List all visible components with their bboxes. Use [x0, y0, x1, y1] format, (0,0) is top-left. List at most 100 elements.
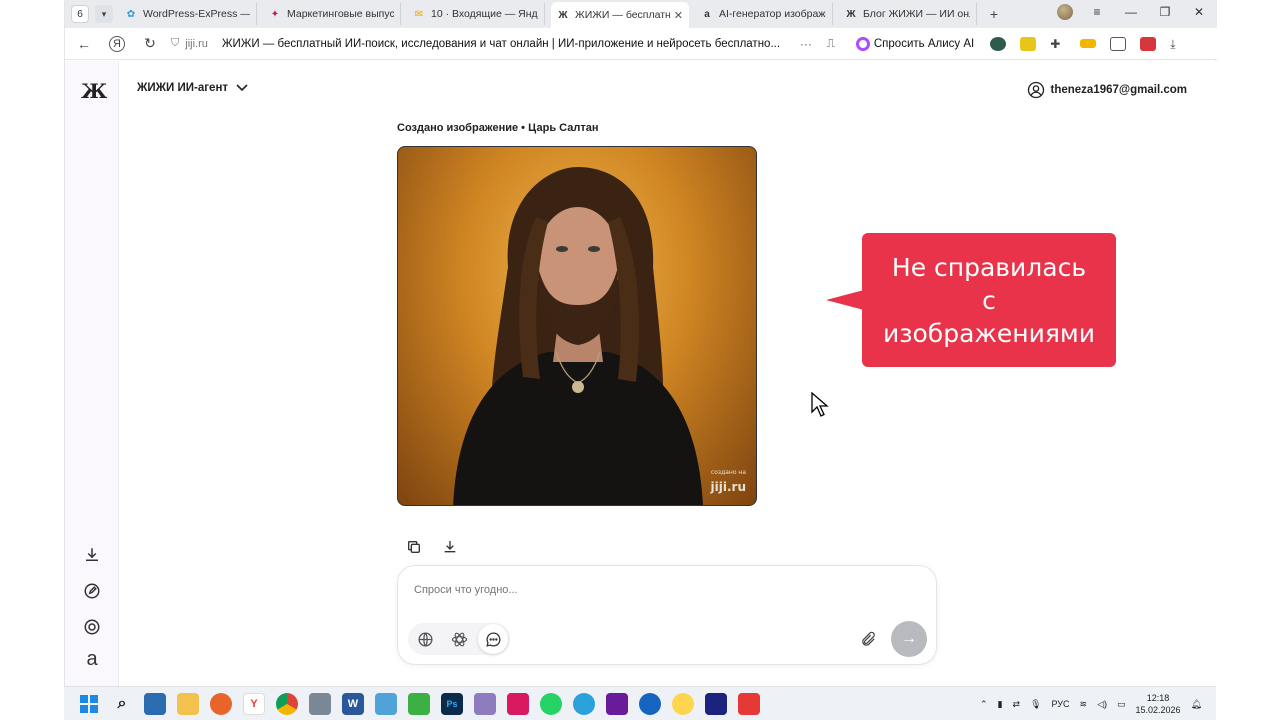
language-indicator[interactable]: РУС: [1052, 699, 1070, 709]
yandex-browser-icon[interactable]: Y: [243, 692, 265, 715]
globe-icon[interactable]: [410, 624, 440, 654]
image-caption: Создано изображение • Царь Салтан: [397, 122, 599, 134]
green-app-icon[interactable]: [408, 692, 430, 715]
account-menu[interactable]: theneza1967@gmail.com: [1027, 81, 1188, 99]
chrome-icon[interactable]: [276, 692, 298, 715]
menu-icon[interactable]: ≡: [1087, 5, 1107, 19]
url-field[interactable]: ⛉ jiji.ru: [171, 37, 208, 50]
image-actions: [405, 538, 459, 556]
arrow-right-icon: →: [901, 630, 917, 647]
minimize-icon[interactable]: —: [1121, 5, 1141, 19]
tab-mail[interactable]: ✉ 10 · Входящие — Яндекс: [407, 3, 545, 25]
tab-label: 10 · Входящие — Яндекс: [431, 8, 538, 20]
ask-alice-button[interactable]: Спросить Алису AI: [855, 36, 974, 51]
download-image-icon[interactable]: [441, 538, 459, 556]
agent-selector[interactable]: ЖИЖИ ИИ-агент: [137, 82, 248, 94]
new-chat-icon[interactable]: [82, 581, 102, 601]
close-icon[interactable]: ✕: [674, 9, 683, 22]
clock[interactable]: 12:18 15.02.2026: [1136, 692, 1181, 716]
sidebar-letter-a[interactable]: a: [82, 648, 102, 670]
jiji-icon: Ж: [558, 9, 568, 21]
battery-icon[interactable]: ▭: [1117, 699, 1126, 710]
composer-mode-toolbar: [408, 623, 510, 655]
tray-app-icon[interactable]: ▮: [998, 699, 1003, 710]
watermark: создано на jiji.ru: [711, 469, 746, 495]
folder-icon[interactable]: [177, 692, 199, 715]
download-icon[interactable]: ⤓: [1170, 37, 1186, 51]
notifications-icon[interactable]: 🔔︎: [1191, 699, 1202, 710]
callout-tail: [826, 290, 864, 310]
paperclip-icon[interactable]: [858, 629, 878, 649]
extension-red-icon[interactable]: [1140, 36, 1157, 51]
emoji-app-icon[interactable]: [672, 692, 694, 715]
clipboard-icon[interactable]: [1110, 36, 1127, 51]
app-logo[interactable]: Ж: [81, 79, 107, 103]
download-app-icon[interactable]: [82, 545, 102, 565]
back-icon[interactable]: ←: [73, 33, 95, 55]
a-icon: a: [704, 8, 710, 20]
calculator-icon[interactable]: [309, 692, 331, 715]
tab-list-dropdown-icon[interactable]: ▾: [95, 5, 113, 23]
restore-icon[interactable]: ❐: [1155, 5, 1175, 19]
reload-icon[interactable]: ↻: [139, 33, 161, 55]
microphone-icon[interactable]: 🎙︎: [1030, 699, 1041, 710]
new-tab-icon[interactable]: +: [985, 5, 1003, 23]
tab-marketing[interactable]: ✦ Маркетинговые выпуску: [263, 3, 401, 25]
profile-avatar[interactable]: [1057, 4, 1073, 20]
tab-label: ЖИЖИ — бесплатный: [575, 9, 670, 21]
browser-blue-icon[interactable]: [639, 692, 661, 715]
dark-app-icon[interactable]: [705, 692, 727, 715]
windows-start-icon[interactable]: [78, 693, 100, 715]
video-editor-icon[interactable]: [606, 692, 628, 715]
chat-input[interactable]: [414, 584, 834, 596]
help-icon[interactable]: [82, 617, 102, 637]
tray-sync-icon[interactable]: ⇄: [1013, 699, 1021, 710]
store-icon[interactable]: [144, 692, 166, 715]
system-tray: ⌃ ▮ ⇄ 🎙︎ РУС ≋ ◁) ▭ 12:18 15.02.2026 🔔︎: [980, 687, 1202, 720]
wifi-icon[interactable]: ≋: [1080, 699, 1088, 710]
jiji-icon: Ж: [846, 8, 856, 20]
battery-extension-icon[interactable]: [1080, 39, 1097, 48]
word-icon[interactable]: W: [342, 692, 364, 715]
telegram-icon[interactable]: [573, 692, 595, 715]
search-icon[interactable]: ⌕: [111, 693, 133, 715]
notepad-icon[interactable]: [375, 692, 397, 715]
send-button[interactable]: →: [891, 621, 927, 657]
volume-icon[interactable]: ◁): [1097, 699, 1107, 710]
chat-bubble-icon[interactable]: [478, 624, 508, 654]
screen: 6 ▾ ✿ WordPress-ExPress — Ca ✦ Маркетинг…: [0, 0, 1280, 720]
photoshop-icon[interactable]: Ps: [441, 692, 463, 715]
extension-icons: ✚ ⤓: [990, 36, 1186, 51]
colorful-app-icon[interactable]: [507, 692, 529, 715]
tab-jiji-blog[interactable]: Ж Блог ЖИЖИ — ИИ онла: [839, 3, 977, 25]
tab-ai-generator[interactable]: a AI-генератор изображе: [695, 3, 833, 25]
url-domain: jiji.ru: [185, 37, 208, 50]
wordpress-icon: ✿: [126, 8, 136, 20]
extension-yellow-icon[interactable]: [1020, 36, 1037, 51]
tab-jiji-active[interactable]: Ж ЖИЖИ — бесплатный ✕: [551, 2, 689, 28]
firefox-icon[interactable]: [210, 692, 232, 715]
copy-icon[interactable]: [405, 538, 423, 556]
page-title[interactable]: ЖИЖИ — бесплатный ИИ-поиск, исследования…: [222, 38, 782, 50]
whatsapp-icon[interactable]: [540, 692, 562, 715]
bookmark-icon[interactable]: ⎍: [820, 33, 842, 55]
close-window-icon[interactable]: ✕: [1189, 5, 1209, 19]
account-email: theneza1967@gmail.com: [1050, 84, 1188, 96]
paint-icon[interactable]: [474, 692, 496, 715]
tab-wordpress[interactable]: ✿ WordPress-ExPress — Ca: [119, 3, 257, 25]
chevron-up-icon[interactable]: ⌃: [980, 699, 988, 710]
atom-icon[interactable]: [444, 624, 474, 654]
puzzle-icon[interactable]: ✚: [1050, 37, 1066, 51]
tab-label: Маркетинговые выпуску: [287, 8, 394, 20]
os-taskbar: ⌕ Y W Ps ⌃ ▮ ⇄ 🎙︎ РУС ≋ ◁) ▭ 12:18 15.02…: [64, 686, 1216, 720]
red-app-icon[interactable]: [738, 692, 760, 715]
extension-globe-icon[interactable]: [990, 36, 1007, 51]
taskbar-apps: ⌕ Y W Ps: [78, 692, 760, 715]
watermark-domain: jiji.ru: [710, 480, 746, 494]
tab-count-badge[interactable]: 6: [71, 5, 89, 23]
more-icon[interactable]: ···: [800, 37, 812, 51]
generated-image[interactable]: создано на jiji.ru: [397, 146, 757, 506]
clock-time: 12:18: [1146, 693, 1170, 703]
yandex-icon[interactable]: Я: [109, 35, 125, 52]
address-bar: ← Я ↻ ⛉ jiji.ru ЖИЖИ — бесплатный ИИ-пои…: [65, 28, 1217, 60]
